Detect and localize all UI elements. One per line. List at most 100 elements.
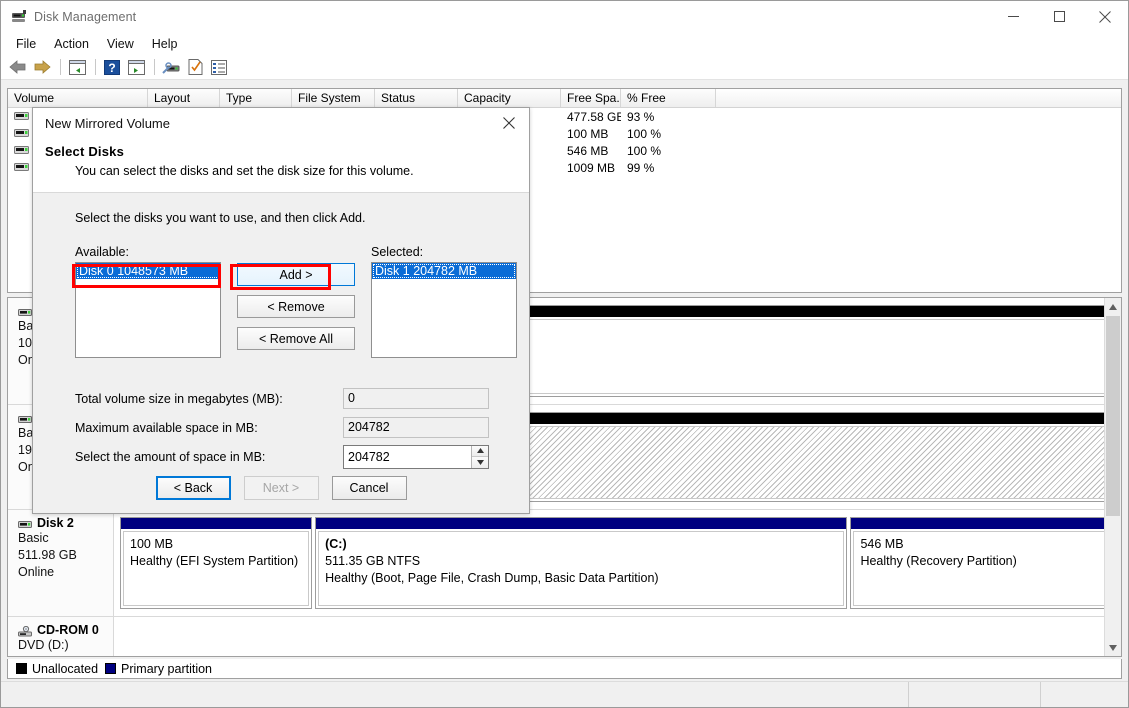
selected-disk-item[interactable]: Disk 1 204782 MB: [372, 263, 516, 279]
selected-label: Selected:: [371, 245, 424, 259]
window-title: Disk Management: [34, 9, 137, 24]
disk-partition[interactable]: 546 MB Healthy (Recovery Partition): [850, 517, 1115, 609]
back-button[interactable]: < Back: [155, 476, 231, 500]
legend-item-unallocated: Unallocated: [16, 662, 98, 676]
status-segment-3: [1041, 682, 1127, 707]
selected-column: Selected: Disk 1 204782 MB: [371, 245, 517, 358]
legend-label-primary: Primary partition: [121, 661, 213, 676]
volume-column-header[interactable]: Layout: [148, 89, 220, 107]
dialog-subheading: You can select the disks and set the dis…: [75, 164, 414, 178]
volume-column-header[interactable]: % Free: [621, 89, 716, 107]
disk-management-icon: [11, 9, 27, 25]
transfer-button-column: Add > < Remove < Remove All: [237, 245, 355, 350]
disk-name: CD-ROM 0: [18, 623, 105, 637]
table-cell: 93 %: [627, 109, 655, 124]
cancel-button[interactable]: Cancel: [331, 476, 407, 500]
menu-action[interactable]: Action: [45, 34, 98, 54]
scroll-down-arrow-icon[interactable]: [1105, 639, 1121, 656]
disk-meta: 511.98 GB: [18, 548, 77, 562]
minimize-button[interactable]: [990, 1, 1036, 32]
disk-info[interactable]: Disk 2 Basic 511.98 GB Online: [8, 510, 114, 616]
forward-arrow-icon[interactable]: [31, 56, 53, 78]
new-mirrored-volume-dialog: New Mirrored Volume Select Disks You can…: [32, 107, 530, 514]
scrollbar-thumb[interactable]: [1106, 316, 1120, 516]
menu-help[interactable]: Help: [143, 34, 187, 54]
status-bar: [1, 681, 1128, 707]
toolbar-separator: [95, 59, 96, 75]
partition-status: Healthy (Boot, Page File, Crash Dump, Ba…: [325, 571, 659, 585]
partition-details: (C:) 511.35 GB NTFS Healthy (Boot, Page Fi…: [318, 531, 845, 606]
readonly-value-field: 0: [343, 388, 489, 409]
partition-color-bar: [851, 518, 1114, 529]
show-action-pane-icon[interactable]: [125, 56, 147, 78]
dialog-body: Select the disks you want to use, and th…: [33, 193, 529, 511]
legend-swatch-unallocated: [16, 663, 27, 674]
selected-disks-listbox[interactable]: Disk 1 204782 MB: [371, 262, 517, 358]
table-cell: 100 %: [627, 126, 662, 141]
list-view-icon[interactable]: [208, 56, 230, 78]
disk-icon: [18, 519, 33, 528]
disk-icon: [18, 307, 33, 316]
field-label: Maximum available space in MB:: [75, 420, 258, 435]
disk-meta: Online: [18, 565, 55, 579]
field-value: 204782: [348, 420, 390, 434]
available-disk-item[interactable]: Disk 0 1048573 MB: [76, 263, 220, 279]
graphical-view-scrollbar[interactable]: [1104, 298, 1121, 656]
help-icon[interactable]: ?: [101, 56, 123, 78]
volume-column-header[interactable]: File System: [292, 89, 375, 107]
disk-partition[interactable]: 100 MB Healthy (EFI System Partition): [120, 517, 313, 609]
svg-text:?: ?: [108, 61, 115, 75]
table-cell: 1009 MB: [567, 160, 616, 175]
disk-partition-bars: 100 MB Healthy (EFI System Partition) (C:…: [114, 510, 1121, 616]
volume-column-header[interactable]: Status: [375, 89, 458, 107]
disk-partition-bars: [114, 617, 1121, 656]
add-button[interactable]: Add >: [237, 263, 355, 286]
close-button[interactable]: [1082, 1, 1128, 32]
disk-name: Disk 2: [18, 516, 105, 530]
volume-column-header[interactable]: Volume: [8, 89, 148, 107]
dialog-instruction: Select the disks you want to use, and th…: [75, 211, 366, 225]
available-disks-listbox[interactable]: Disk 0 1048573 MB: [75, 262, 221, 358]
menu-file[interactable]: File: [7, 34, 45, 54]
partition-details: 100 MB Healthy (EFI System Partition): [123, 531, 310, 606]
next-button: Next >: [243, 476, 319, 500]
volume-disk-icon: [14, 145, 30, 156]
partition-size: 546 MB: [860, 537, 904, 551]
volume-disk-icon: [14, 162, 30, 173]
title-bar: Disk Management: [1, 1, 1128, 32]
disk-row[interactable]: Disk 2 Basic 511.98 GB Online 100 MB Healthy …: [8, 510, 1121, 617]
disk-info[interactable]: CD-ROM 0 DVD (D:): [8, 617, 114, 656]
remove-button[interactable]: < Remove: [237, 295, 355, 318]
volume-size-fields: Total volume size in megabytes (MB): 0 Max…: [75, 384, 529, 471]
partition-status: Healthy (Recovery Partition): [860, 554, 1017, 568]
legend-label-unallocated: Unallocated: [32, 661, 99, 676]
spinner-up-icon[interactable]: [472, 445, 488, 456]
available-label: Available:: [75, 245, 129, 259]
readonly-value-field: 204782: [343, 417, 489, 438]
partition-details: 546 MB Healthy (Recovery Partition): [853, 531, 1112, 606]
table-cell: 100 %: [627, 143, 662, 158]
back-arrow-icon[interactable]: [7, 56, 29, 78]
maximize-button[interactable]: [1036, 1, 1082, 32]
show-hide-console-tree-icon[interactable]: [66, 56, 88, 78]
partition-size: 511.35 GB NTFS: [325, 554, 421, 568]
toolbar-separator: [60, 59, 61, 75]
scroll-up-arrow-icon[interactable]: [1105, 298, 1121, 315]
field-label: Total volume size in megabytes (MB):: [75, 391, 283, 406]
field-row: Maximum available space in MB: 204782: [75, 413, 529, 442]
volume-disk-icon: [14, 128, 30, 139]
rescan-disks-icon[interactable]: [160, 56, 182, 78]
dialog-footer: < Back Next > Cancel: [33, 465, 529, 511]
status-segment-2: [909, 682, 1041, 707]
properties-icon[interactable]: [184, 56, 206, 78]
volume-column-header[interactable]: Type: [220, 89, 292, 107]
remove-all-button[interactable]: < Remove All: [237, 327, 355, 350]
dialog-close-button[interactable]: [489, 108, 529, 138]
disk-row[interactable]: CD-ROM 0 DVD (D:): [8, 617, 1121, 656]
menu-view[interactable]: View: [98, 34, 143, 54]
volume-column-header[interactable]: Free Spa...: [561, 89, 621, 107]
disk-partition[interactable]: (C:) 511.35 GB NTFS Healthy (Boot, Page Fi…: [315, 517, 848, 609]
disk-name-label: CD-ROM 0: [37, 623, 99, 637]
partition-status: Healthy (EFI System Partition): [130, 554, 299, 568]
volume-column-header[interactable]: Capacity: [458, 89, 561, 107]
